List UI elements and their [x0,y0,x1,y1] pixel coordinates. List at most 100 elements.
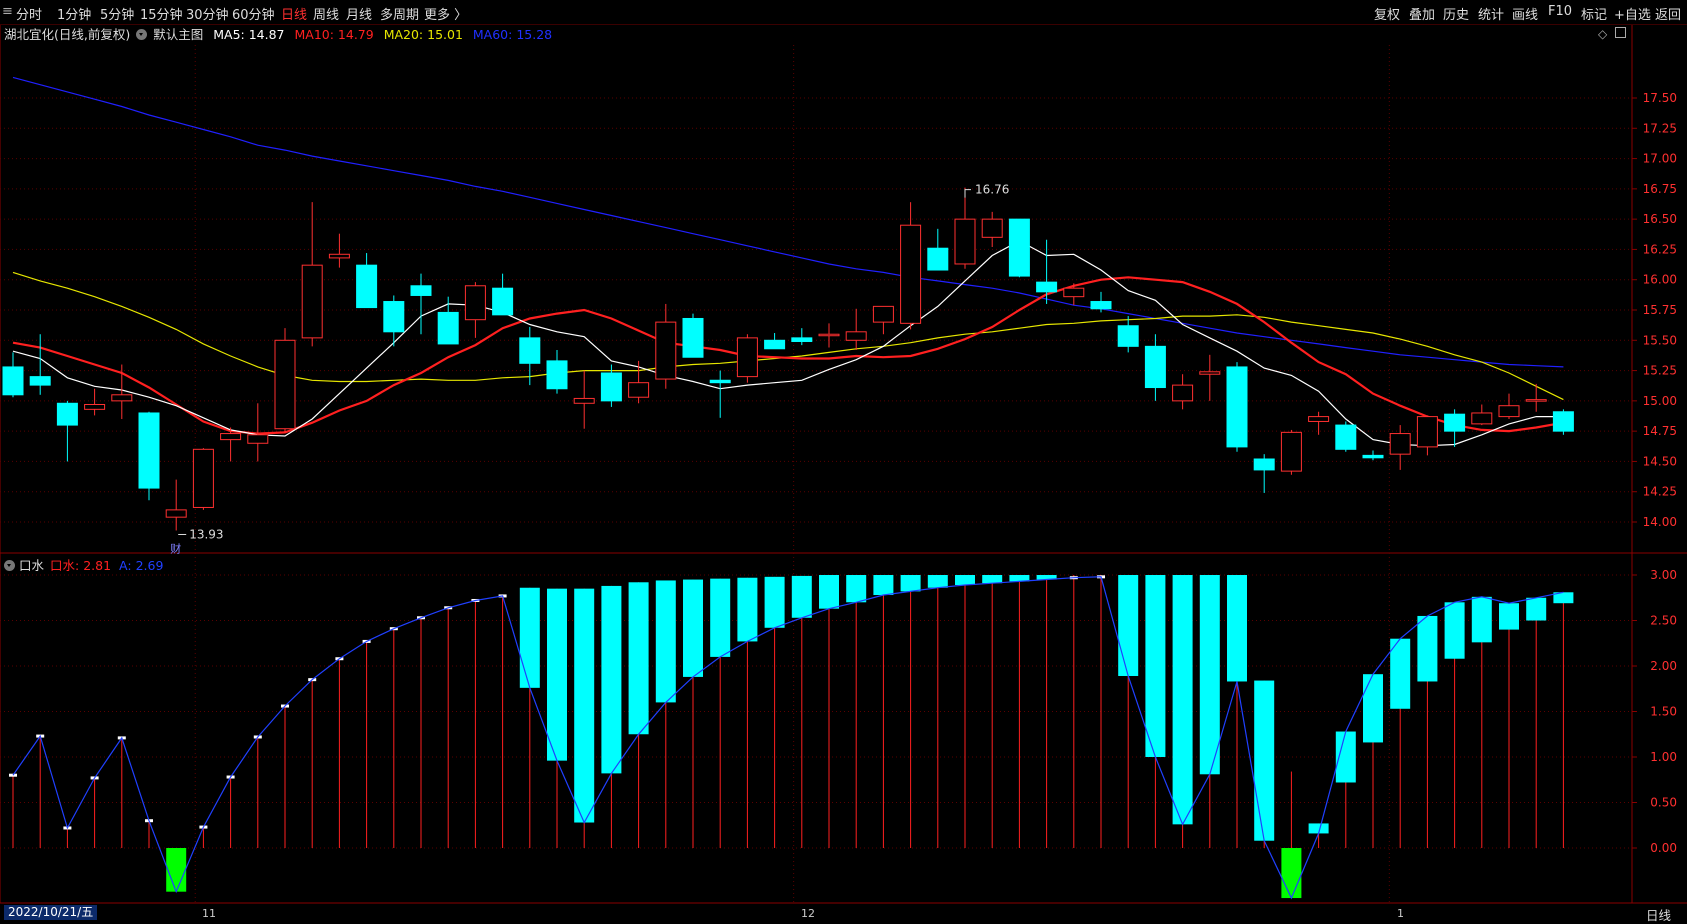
fuquan-button[interactable]: 复权 [1374,4,1400,23]
candle [1226,362,1248,452]
indicator-bar [1145,575,1166,757]
panel-controls: ◇ [1598,27,1627,41]
candle-body [682,317,704,358]
candle-body [1280,431,1302,472]
indicator-bar [1009,575,1030,582]
main-chart-dropdown-icon[interactable] [136,29,148,40]
candle-body [1498,405,1520,418]
diamond-icon[interactable]: ◇ [1598,27,1607,41]
panel-toggle-icon[interactable] [1615,27,1627,38]
candle [410,273,432,335]
period-tab-weekly[interactable]: 周线 [313,4,339,23]
period-tab-15min[interactable]: 15分钟 [140,4,183,23]
candle [764,333,786,350]
ma60-line [12,76,1564,368]
candlesticks [2,187,1574,531]
main-info-bar: 湖北宜化(日线,前复权) 默认主图 MA5: 14.87 MA10: 14.79 … [0,24,1620,42]
candle [274,328,296,433]
indicator-bar [955,575,975,586]
indicator-tick-label: 2.50 [1650,614,1677,628]
menu-icon[interactable]: ≡ [2,4,13,19]
indicator-bar [1444,602,1465,659]
indicator-marker [389,627,398,631]
indicator-bar [1308,823,1329,834]
price-tick-label: 16.75 [1643,182,1677,196]
indicator-bar [601,585,622,774]
period-tab-monthly[interactable]: 月线 [346,4,372,23]
candle [1525,383,1547,412]
candle-body [927,247,949,271]
price-tick-label: 15.75 [1643,303,1677,317]
indicator-bar [710,578,731,657]
candle [1172,374,1194,410]
indicator-bar [764,576,785,628]
indicator-dropdown-icon[interactable] [4,560,15,571]
price-tick-label: 17.25 [1643,121,1677,135]
history-button[interactable]: 历史 [1443,4,1469,23]
candle-body [600,372,622,402]
draw-button[interactable]: 画线 [1512,4,1538,23]
candle-body [383,301,405,333]
candle-body [573,397,595,404]
candle [1444,409,1466,447]
indicator-bar [846,575,867,603]
indicator-marker [1097,575,1105,579]
candle-body [1416,416,1438,448]
candle-body [736,337,758,378]
candle [464,282,486,338]
indicator-bar [1390,638,1411,709]
candle [192,448,214,510]
toolbar: ≡ 分时 1分钟 5分钟 15分钟 30分钟 60分钟 日线 周线 月线 多周期… [0,0,1687,25]
f10-button[interactable]: F10 [1548,4,1572,19]
indicator-marker [498,594,507,598]
period-tab-30min[interactable]: 30分钟 [186,4,229,23]
indicator-marker [308,678,317,682]
indicator-bar [1199,575,1220,775]
price-tick-label: 14.00 [1643,515,1677,529]
indicator-marker [281,704,289,708]
candle [900,202,922,330]
ma60-value: MA60: 15.28 [472,27,553,42]
high-marker-arrow [964,189,971,198]
candle-body [138,412,160,489]
period-tab-multi[interactable]: 多周期 [380,4,419,23]
candle-body [492,287,514,316]
candle [1498,393,1520,420]
indicator-name[interactable]: 口水 [19,558,44,573]
period-tab-1min[interactable]: 1分钟 [57,4,91,23]
candle-body [356,264,378,309]
period-tab-分时[interactable]: 分时 [16,4,42,23]
overlay-button[interactable]: 叠加 [1409,4,1435,23]
indicator-bar [547,588,567,761]
indicator-bar [655,580,676,703]
candle [301,202,323,347]
indicator-bar [1526,597,1547,621]
indicator-bar [1254,680,1275,841]
candle [954,187,976,269]
period-tab-daily[interactable]: 日线 [281,4,307,23]
price-tick-label: 15.00 [1643,394,1677,408]
cursor-date: 2022/10/21/五 [4,905,98,920]
candle-body [791,337,813,342]
candle [356,253,378,309]
candle [1335,421,1357,452]
price-tick-label: 16.00 [1643,273,1677,287]
period-tab-60min[interactable]: 60分钟 [232,4,275,23]
candle [1280,429,1302,475]
indicator-line [12,576,1564,900]
candle [1036,239,1058,304]
price-tick-label: 14.75 [1643,424,1677,438]
candle [165,479,187,531]
add-watchlist-button[interactable]: +自选 [1614,4,1651,23]
indicator-marker [1069,576,1078,580]
candle-body [1008,218,1030,277]
mark-button[interactable]: 标记 [1581,4,1607,23]
stats-button[interactable]: 统计 [1478,4,1504,23]
stock-chart[interactable]: 14.00 14.25 14.50 14.75 15.00 15.25 15.50 15.75… [0,0,1687,922]
candle-body [84,403,106,410]
main-chart-label[interactable]: 默认主图 [153,27,203,42]
back-button[interactable]: 返回 [1655,4,1681,23]
period-tab-more[interactable]: 更多 〉 [424,4,467,23]
period-tab-5min[interactable]: 5分钟 [100,4,134,23]
price-tick-label: 16.25 [1643,242,1677,256]
